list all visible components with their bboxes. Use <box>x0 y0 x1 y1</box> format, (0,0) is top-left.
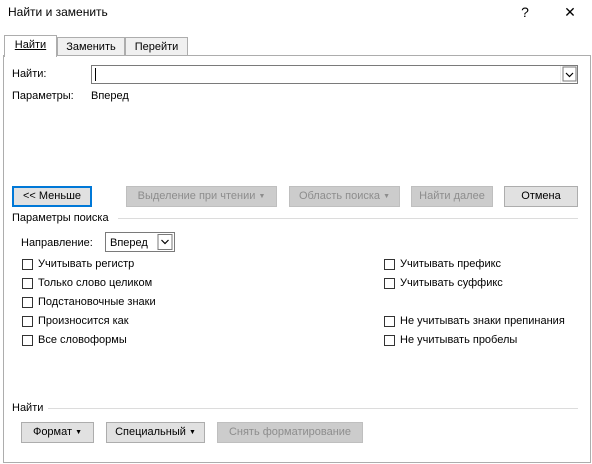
find-section-heading: Найти <box>12 402 44 414</box>
sounds-like-checkbox[interactable] <box>22 316 33 327</box>
tab-find[interactable]: Найти <box>4 35 57 57</box>
search-in-label: Область поиска <box>298 190 381 202</box>
chevron-down-icon <box>562 66 577 82</box>
separator <box>118 218 578 219</box>
dropdown-arrow-icon: ▼ <box>188 429 196 436</box>
tab-replace-label: Заменить <box>66 41 116 53</box>
find-next-button[interactable]: Найти далее <box>411 186 493 207</box>
separator <box>48 408 578 409</box>
reading-highlight-label: Выделение при чтении <box>137 190 256 202</box>
ignore-whitespace-label: Не учитывать пробелы <box>400 334 518 346</box>
find-next-label: Найти далее <box>419 190 485 202</box>
wildcards-checkbox[interactable] <box>22 297 33 308</box>
ignore-punctuation-label: Не учитывать знаки препинания <box>400 315 565 327</box>
dropdown-arrow-icon: ▼ <box>75 429 83 436</box>
dropdown-arrow-icon: ▼ <box>258 193 266 200</box>
tab-goto-label: Перейти <box>134 41 179 53</box>
direction-select[interactable]: Вперед <box>105 232 175 252</box>
match-case-label: Учитывать регистр <box>38 258 135 270</box>
match-prefix-checkbox[interactable] <box>384 259 395 270</box>
direction-label: Направление: <box>21 237 93 249</box>
help-icon: ? <box>521 4 529 20</box>
whole-word-label: Только слово целиком <box>38 277 153 289</box>
ignore-punctuation-checkbox[interactable] <box>384 316 395 327</box>
dropdown-arrow-icon: ▼ <box>383 193 391 200</box>
params-label: Параметры: <box>12 90 74 102</box>
reading-highlight-button[interactable]: Выделение при чтении ▼ <box>126 186 277 207</box>
match-suffix-checkbox[interactable] <box>384 278 395 289</box>
help-button[interactable]: ? <box>503 0 547 26</box>
find-input[interactable] <box>91 65 578 84</box>
window-title: Найти и заменить <box>8 5 108 19</box>
match-case-checkbox[interactable] <box>22 259 33 270</box>
all-word-forms-label: Все словоформы <box>38 334 127 346</box>
tab-goto[interactable]: Перейти <box>125 37 188 57</box>
special-button[interactable]: Специальный ▼ <box>106 422 205 443</box>
search-options-heading: Параметры поиска <box>12 212 109 224</box>
wildcards-label: Подстановочные знаки <box>38 296 156 308</box>
direction-value: Вперед <box>110 237 148 249</box>
no-formatting-button[interactable]: Снять форматирование <box>217 422 363 443</box>
no-formatting-label: Снять форматирование <box>228 426 352 438</box>
close-icon: ✕ <box>564 4 576 20</box>
match-prefix-label: Учитывать префикс <box>400 258 502 270</box>
less-button-label: << Меньше <box>22 190 82 202</box>
ignore-whitespace-checkbox[interactable] <box>384 335 395 346</box>
cancel-button[interactable]: Отмена <box>504 186 578 207</box>
whole-word-checkbox[interactable] <box>22 278 33 289</box>
less-button[interactable]: << Меньше <box>12 186 92 207</box>
tab-replace[interactable]: Заменить <box>57 37 125 57</box>
chevron-down-icon <box>157 234 173 250</box>
sounds-like-label: Произносится как <box>38 315 129 327</box>
match-suffix-label: Учитывать суффикс <box>400 277 503 289</box>
special-label: Специальный <box>115 426 186 438</box>
search-in-button[interactable]: Область поиска ▼ <box>289 186 400 207</box>
format-label: Формат <box>32 426 73 438</box>
text-caret <box>95 68 96 81</box>
close-button[interactable]: ✕ <box>548 0 592 26</box>
params-value: Вперед <box>91 90 129 102</box>
all-word-forms-checkbox[interactable] <box>22 335 33 346</box>
find-history-dropdown[interactable] <box>560 66 577 83</box>
format-button[interactable]: Формат ▼ <box>21 422 94 443</box>
find-label: Найти: <box>12 68 47 80</box>
cancel-label: Отмена <box>521 190 561 202</box>
tab-find-label: Найти <box>14 39 47 51</box>
